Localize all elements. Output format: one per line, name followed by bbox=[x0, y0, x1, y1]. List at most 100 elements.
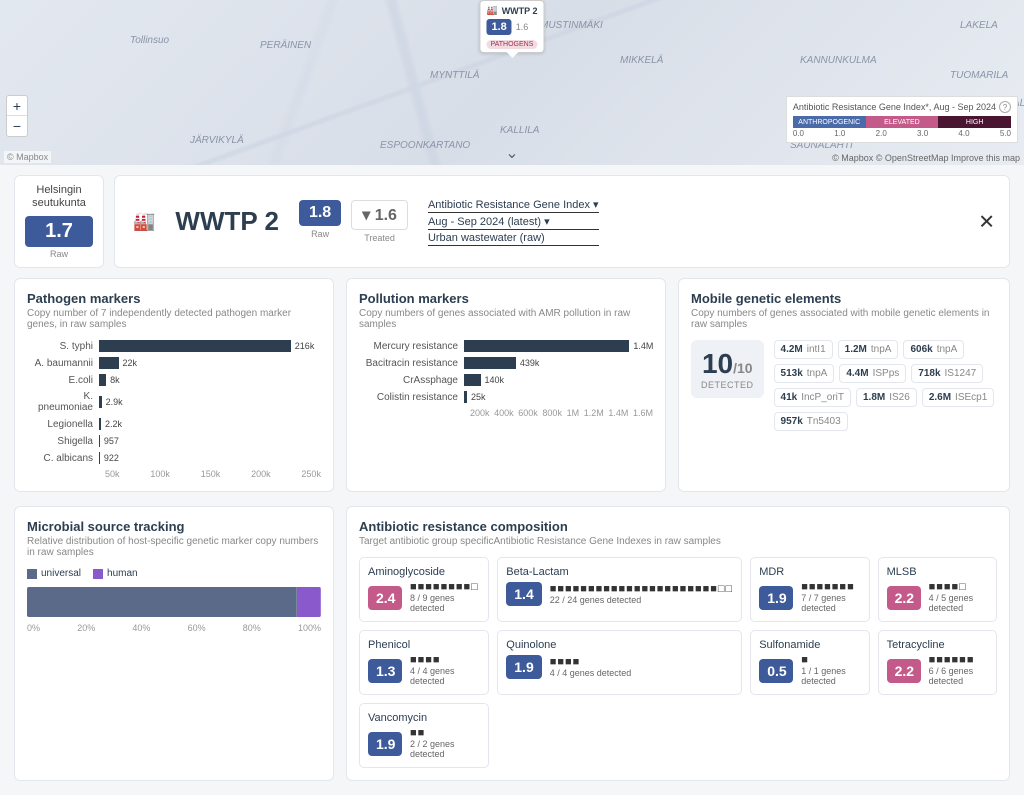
map-place-label: Tollinsuo bbox=[130, 35, 169, 46]
bar-row: Bacitracin resistance439k bbox=[359, 357, 653, 369]
map-place-label: ESPOONKARTANO bbox=[380, 140, 470, 151]
close-button[interactable]: ✕ bbox=[978, 209, 995, 234]
bar-row: Shigella957 bbox=[27, 435, 321, 447]
mst-bar bbox=[27, 587, 321, 617]
bar-row: Colistin resistance25k bbox=[359, 391, 653, 403]
pollution-axis: 200k400k600k800k1M1.2M1.4M1.6M bbox=[470, 408, 653, 418]
arc-tile[interactable]: MDR1.9■■■■■■■7 / 7 genes detected bbox=[750, 557, 869, 622]
mge-chip[interactable]: 4.2MintI1 bbox=[774, 340, 833, 359]
bar-row: Legionella2.2k bbox=[27, 418, 321, 430]
legend-segment: ANTHROPOGENIC bbox=[793, 116, 866, 128]
mge-chip[interactable]: 1.2MtnpA bbox=[838, 340, 899, 359]
mge-chip[interactable]: 957kTn5403 bbox=[774, 412, 848, 431]
treated-score: ▾ 1.6 bbox=[351, 200, 408, 230]
mst-legend: universalhuman bbox=[27, 568, 321, 579]
map[interactable]: MIKKELÄLAKELATUOMARILASAUNALAHTIESPOONKA… bbox=[0, 0, 1024, 165]
region-score-sub: Raw bbox=[25, 249, 93, 259]
pollution-chart: Mercury resistance1.4MBacitracin resista… bbox=[359, 340, 653, 403]
card-subtitle: Copy numbers of genes associated with AM… bbox=[359, 308, 653, 330]
pathogen-markers-card: Pathogen markers Copy number of 7 indepe… bbox=[14, 278, 334, 492]
mge-chip[interactable]: 513ktnpA bbox=[774, 364, 835, 383]
map-place-label: LAKELA bbox=[960, 20, 998, 31]
mst-axis: 0%20%40%60%80%100% bbox=[27, 623, 321, 633]
map-place-label: JÄRVIKYLÄ bbox=[190, 135, 244, 146]
card-subtitle: Relative distribution of host-specific g… bbox=[27, 536, 321, 558]
map-place-label: MIKKELÄ bbox=[620, 55, 663, 66]
mge-detected: 10/10 DETECTED bbox=[691, 340, 764, 398]
card-title: Mobile genetic elements bbox=[691, 291, 997, 306]
map-marker[interactable]: 🏭 WWTP 2 1.8 1.6 PATHOGENS bbox=[479, 0, 544, 53]
page-title: WWTP 2 bbox=[175, 206, 279, 237]
raw-score-sub: Raw bbox=[299, 229, 341, 239]
bar-row: C. albicans922 bbox=[27, 452, 321, 464]
legend-segment: HIGH bbox=[938, 116, 1011, 128]
card-title: Antibiotic resistance composition bbox=[359, 519, 997, 534]
arc-grid: Aminoglycoside2.4■■■■■■■■□8 / 9 genes de… bbox=[359, 557, 997, 768]
arc-tile[interactable]: Vancomycin1.9■■2 / 2 genes detected bbox=[359, 703, 489, 768]
mge-chip[interactable]: 4.4MISPps bbox=[839, 364, 906, 383]
bar-row: E.coli8k bbox=[27, 374, 321, 386]
header-card: 🏭 WWTP 2 1.8 Raw ▾ 1.6 Treated Antibioti… bbox=[114, 175, 1010, 268]
mge-chip[interactable]: 718kIS1247 bbox=[911, 364, 983, 383]
legend-segment: ELEVATED bbox=[866, 116, 939, 128]
region-score: 1.7 bbox=[25, 216, 93, 247]
arc-tile[interactable]: Sulfonamide0.5■1 / 1 genes detected bbox=[750, 630, 869, 695]
treated-score-sub: Treated bbox=[351, 233, 408, 243]
zoom-out-button[interactable]: − bbox=[7, 116, 27, 136]
stack-segment bbox=[27, 587, 297, 617]
region-badge[interactable]: Helsingin seutukunta 1.7 Raw bbox=[14, 175, 104, 268]
mge-card: Mobile genetic elements Copy numbers of … bbox=[678, 278, 1010, 492]
mst-card: Microbial source tracking Relative distr… bbox=[14, 506, 334, 781]
map-place-label: MYNTTILÄ bbox=[430, 70, 479, 81]
map-place-label: KALLILA bbox=[500, 125, 539, 136]
meta-index[interactable]: Antibiotic Resistance Gene Index ▾ bbox=[428, 198, 599, 213]
meta-source: Urban wastewater (raw) bbox=[428, 232, 599, 246]
region-label: Helsingin seutukunta bbox=[25, 184, 93, 210]
mge-chip[interactable]: 1.8MIS26 bbox=[856, 388, 917, 407]
zoom-in-button[interactable]: + bbox=[7, 96, 27, 116]
mge-chip[interactable]: 2.6MISEcp1 bbox=[922, 388, 994, 407]
arc-tile[interactable]: Tetracycline2.2■■■■■■6 / 6 genes detecte… bbox=[878, 630, 997, 695]
pollution-markers-card: Pollution markers Copy numbers of genes … bbox=[346, 278, 666, 492]
arc-tile[interactable]: Quinolone1.9■■■■4 / 4 genes detected bbox=[497, 630, 742, 695]
mge-chip[interactable]: 41kIncP_oriT bbox=[774, 388, 851, 407]
bar-row: CrAssphage140k bbox=[359, 374, 653, 386]
pathogen-axis: 50k100k150k200k250k bbox=[105, 469, 321, 479]
legend-item: universal bbox=[27, 568, 81, 579]
stack-segment bbox=[297, 587, 321, 617]
factory-icon: 🏭 bbox=[486, 5, 497, 16]
arc-card: Antibiotic resistance composition Target… bbox=[346, 506, 1010, 781]
meta-period[interactable]: Aug - Sep 2024 (latest) ▾ bbox=[428, 215, 599, 230]
pathogen-chart: S. typhi216k A. baumannii22k E.coli8k K. pn… bbox=[27, 340, 321, 464]
map-place-label: MUSTINMÄKI bbox=[540, 20, 603, 31]
marker-title: WWTP 2 bbox=[502, 6, 538, 16]
card-title: Microbial source tracking bbox=[27, 519, 321, 534]
card-title: Pathogen markers bbox=[27, 291, 321, 306]
factory-icon: 🏭 bbox=[133, 211, 155, 232]
marker-raw-score: 1.8 bbox=[486, 19, 511, 35]
collapse-map-button[interactable]: ⌄ bbox=[505, 143, 518, 163]
bar-row: S. typhi216k bbox=[27, 340, 321, 352]
bar-row: K. pneumoniae2.9k bbox=[27, 391, 321, 413]
map-place-label: TUOMARILA bbox=[950, 70, 1008, 81]
map-attrib-left: © Mapbox bbox=[4, 151, 51, 163]
arc-tile[interactable]: Aminoglycoside2.4■■■■■■■■□8 / 9 genes de… bbox=[359, 557, 489, 622]
zoom-controls: + − bbox=[6, 95, 28, 137]
bar-row: A. baumannii22k bbox=[27, 357, 321, 369]
marker-treated-score: 1.6 bbox=[516, 22, 529, 32]
card-subtitle: Target antibiotic group specificAntibiot… bbox=[359, 536, 997, 547]
card-subtitle: Copy numbers of genes associated with mo… bbox=[691, 308, 997, 330]
marker-pathogens-badge: PATHOGENS bbox=[486, 40, 537, 49]
map-legend: Antibiotic Resistance Gene Index*, Aug -… bbox=[786, 96, 1018, 143]
map-attrib-right: © Mapbox © OpenStreetMap Improve this ma… bbox=[832, 153, 1020, 163]
legend-title: Antibiotic Resistance Gene Index*, Aug -… bbox=[793, 102, 996, 112]
help-icon[interactable]: ? bbox=[999, 101, 1011, 113]
arc-tile[interactable]: MLSB2.2■■■■□4 / 5 genes detected bbox=[878, 557, 997, 622]
card-title: Pollution markers bbox=[359, 291, 653, 306]
card-subtitle: Copy number of 7 independently detected … bbox=[27, 308, 321, 330]
raw-score: 1.8 bbox=[299, 200, 341, 226]
arc-tile[interactable]: Phenicol1.3■■■■4 / 4 genes detected bbox=[359, 630, 489, 695]
mge-chip[interactable]: 606ktnpA bbox=[903, 340, 964, 359]
arc-tile[interactable]: Beta-Lactam1.4■■■■■■■■■■■■■■■■■■■■■■□□22… bbox=[497, 557, 742, 622]
mge-chips: 4.2MintI1 1.2MtnpA606ktnpA 513ktnpA4.4MISP… bbox=[774, 340, 997, 431]
